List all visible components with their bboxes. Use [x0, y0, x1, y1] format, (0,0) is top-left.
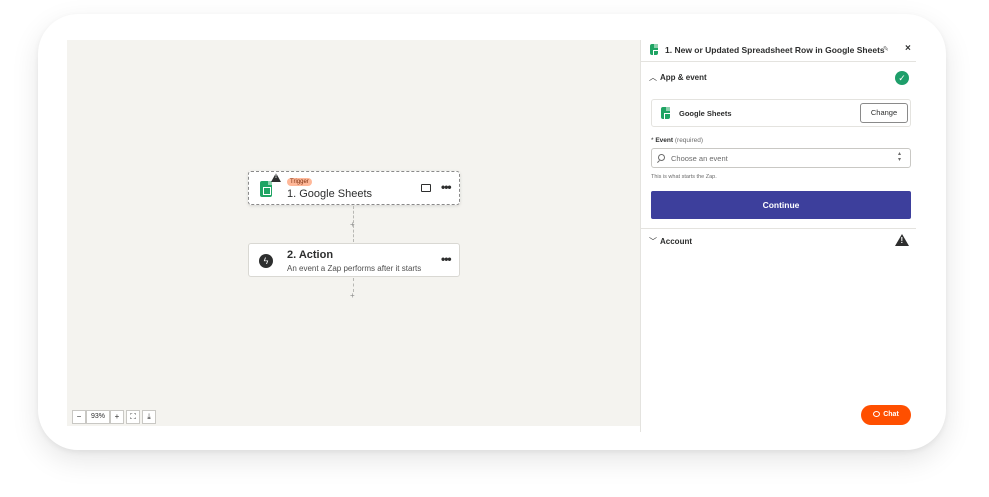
- action-step-subtitle: An event a Zap performs after it starts: [287, 264, 422, 273]
- chevron-down-icon: ﹀: [649, 237, 657, 246]
- trigger-step-title: 1. Google Sheets: [287, 188, 373, 200]
- trigger-step-card[interactable]: Trigger 1. Google Sheets •••: [248, 171, 460, 205]
- continue-button[interactable]: Continue: [651, 191, 911, 219]
- download-icon[interactable]: ⤓: [142, 410, 156, 424]
- chat-bubble-icon: [873, 411, 881, 417]
- comment-icon[interactable]: [421, 184, 431, 192]
- zoom-out-button[interactable]: −: [72, 410, 86, 424]
- event-helper-text: This is what starts the Zap.: [651, 174, 717, 180]
- warning-icon: [895, 234, 909, 246]
- trigger-more-icon[interactable]: •••: [441, 180, 452, 194]
- check-circle-icon: ✓: [895, 71, 909, 85]
- zoom-level: 93%: [86, 410, 110, 424]
- google-sheets-icon: [650, 44, 661, 58]
- chevron-updown-icon: ▴ ▾: [898, 151, 902, 163]
- account-section-header[interactable]: ﹀ Account: [641, 230, 916, 252]
- lightning-icon: ϟ: [259, 254, 273, 268]
- close-icon[interactable]: ×: [905, 43, 911, 54]
- chat-label: Chat: [883, 411, 899, 418]
- section-divider: [641, 228, 916, 229]
- add-step-plus-icon[interactable]: +: [350, 291, 355, 300]
- zoom-in-button[interactable]: +: [110, 410, 124, 424]
- google-sheets-icon: [661, 107, 672, 121]
- fit-screen-icon[interactable]: ⛶: [126, 410, 140, 424]
- zap-canvas[interactable]: Trigger 1. Google Sheets ••• + ϟ 2. Acti…: [67, 40, 640, 426]
- app-event-section-header[interactable]: ︿ App & event: [641, 66, 916, 88]
- event-label-text: Event: [655, 137, 674, 144]
- event-select[interactable]: Choose an event ▴ ▾: [651, 148, 911, 168]
- action-step-title: 2. Action: [287, 249, 334, 261]
- app-event-label: App & event: [660, 73, 707, 82]
- event-placeholder: Choose an event: [671, 154, 728, 163]
- account-label: Account: [660, 237, 692, 246]
- trigger-badge: Trigger: [287, 178, 312, 186]
- event-required-note: (required): [674, 137, 704, 144]
- add-step-plus-icon[interactable]: +: [350, 220, 355, 229]
- action-step-card[interactable]: ϟ 2. Action An event a Zap performs afte…: [248, 243, 460, 277]
- action-more-icon[interactable]: •••: [441, 252, 452, 266]
- warning-icon: [271, 173, 281, 182]
- app-name: Google Sheets: [679, 109, 732, 118]
- event-field-label: * Event (required): [651, 137, 703, 144]
- google-sheets-icon: [260, 181, 272, 197]
- change-app-button[interactable]: Change: [860, 103, 908, 123]
- panel-title: 1. New or Updated Spreadsheet Row in Goo…: [665, 45, 885, 55]
- chevron-up-icon: ︿: [649, 73, 657, 82]
- selected-app-box: Google Sheets Change: [651, 99, 911, 127]
- panel-header: 1. New or Updated Spreadsheet Row in Goo…: [641, 40, 916, 62]
- search-icon: [658, 154, 665, 161]
- pencil-icon[interactable]: ✎: [883, 45, 889, 53]
- chat-button[interactable]: Chat: [861, 405, 911, 425]
- connector-line: [353, 278, 354, 292]
- step-config-panel: 1. New or Updated Spreadsheet Row in Goo…: [640, 40, 916, 432]
